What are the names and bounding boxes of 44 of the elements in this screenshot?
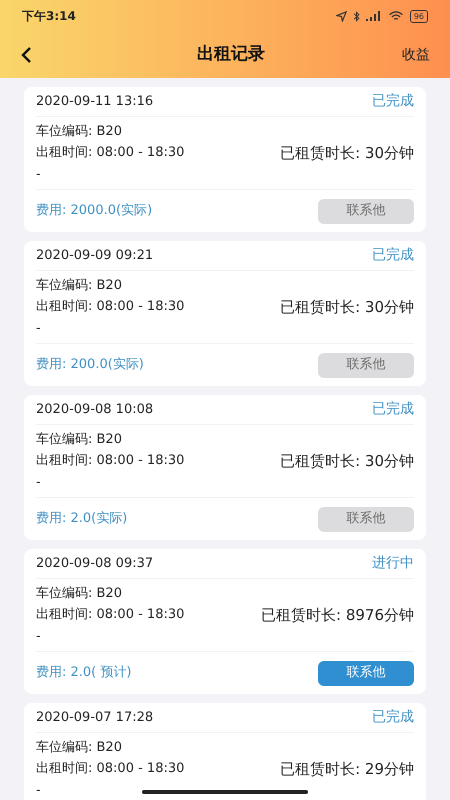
record-status: 已完成 [372,246,414,265]
rental-period: 出租时间: 08:00 - 18:30 [36,144,184,162]
note-text: - [36,474,41,492]
record-datetime: 2020-09-09 09:21 [36,246,154,265]
spot-code: 车位编码: B20 [36,584,122,603]
bluetooth-icon [352,10,360,22]
page-title: 出租记录 [197,43,265,66]
rental-duration: 已租赁时长: 30分钟 [280,296,414,318]
note-text: - [36,166,41,184]
record-datetime: 2020-09-08 10:08 [36,400,154,419]
note-text: - [36,628,41,646]
spot-code: 车位编码: B20 [36,738,122,757]
earnings-link[interactable]: 收益 [402,44,430,66]
rental-period: 出租时间: 08:00 - 18:30 [36,606,184,624]
rental-duration: 已租赁时长: 8976分钟 [261,604,414,626]
record-status: 已完成 [372,708,414,727]
fee-text: 费用: 2.0(实际) [36,510,128,528]
record-status: 已完成 [372,92,414,111]
back-icon [20,46,32,64]
fee-text: 费用: 2000.0(实际) [36,202,152,220]
signal-icon [366,11,382,21]
record-datetime: 2020-09-07 17:28 [36,708,154,727]
wifi-icon [388,10,404,22]
spot-code: 车位编码: B20 [36,276,122,295]
rental-duration: 已租赁时长: 30分钟 [280,142,414,164]
record-status: 进行中 [372,554,414,573]
fee-text: 费用: 2.0( 预计) [36,664,132,682]
fee-text: 费用: 200.0(实际) [36,356,144,374]
rental-duration: 已租赁时长: 30分钟 [280,450,414,472]
contact-button[interactable]: 联系他 [318,660,414,686]
note-text: - [36,782,41,800]
record-datetime: 2020-09-08 09:37 [36,554,154,573]
rental-period: 出租时间: 08:00 - 18:30 [36,760,184,778]
record-status: 已完成 [372,400,414,419]
rental-duration: 已租赁时长: 29分钟 [280,758,414,780]
status-time: 下午3:14 [22,8,76,25]
spot-code: 车位编码: B20 [36,122,122,141]
note-text: - [36,320,41,338]
location-icon [336,10,347,22]
record-datetime: 2020-09-11 13:16 [36,92,154,111]
rental-period: 出租时间: 08:00 - 18:30 [36,452,184,470]
battery-indicator: 96 [410,10,428,22]
spot-code: 车位编码: B20 [36,430,122,449]
rental-period: 出租时间: 08:00 - 18:30 [36,298,184,316]
